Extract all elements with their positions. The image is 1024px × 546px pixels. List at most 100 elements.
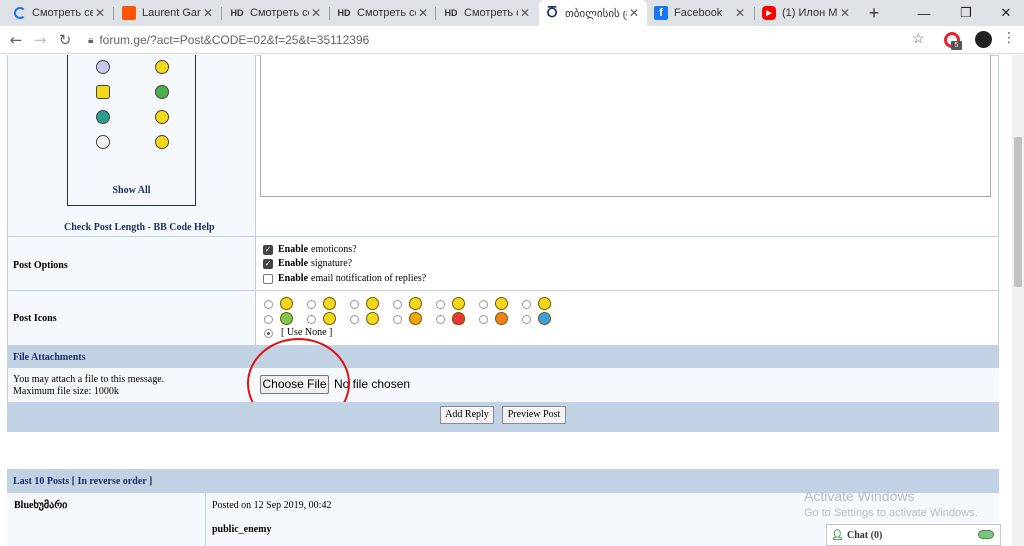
close-window-button[interactable]: ✕ [986, 0, 1024, 26]
tab-6-active[interactable]: Ⴃ თბილისის ც ✕ [539, 0, 647, 26]
smiley-ghost-icon[interactable] [96, 135, 110, 149]
bookmark-star-icon[interactable]: ☆ [912, 31, 925, 48]
hd-icon: HD [444, 8, 458, 18]
tab-8[interactable]: ▶ (1) Илон Mac ✕ [756, 0, 858, 26]
smiley-icon[interactable] [155, 135, 169, 149]
restore-button[interactable]: ❐ [946, 0, 986, 26]
preview-post-button[interactable]: Preview Post [502, 406, 566, 424]
attachment-help-text: You may attach a file to this message. M… [13, 374, 165, 397]
minimize-button[interactable]: — [904, 0, 944, 26]
people-icon: 👤︎ [831, 530, 844, 541]
post-icon-radio[interactable] [436, 300, 445, 309]
tab-5[interactable]: HD Смотреть сер ✕ [438, 0, 538, 26]
post-icon-radio[interactable] [436, 315, 445, 324]
post-icon-radio[interactable] [350, 315, 359, 324]
post-icon-radio[interactable] [307, 300, 316, 309]
wink-icon [323, 297, 336, 310]
forward-button[interactable]: → [30, 30, 50, 50]
post-icon-none-radio[interactable] [264, 329, 273, 338]
new-tab-button[interactable]: + [864, 3, 884, 23]
activate-windows-subtitle: Go to Settings to activate Windows. [804, 507, 978, 519]
check-post-length-link[interactable]: Check Post Length - BB Code Help [64, 222, 215, 233]
arrow-icon [409, 312, 422, 325]
smiley-icon[interactable] [96, 60, 110, 74]
post-icon-radio[interactable] [393, 300, 402, 309]
post-icon-radio[interactable] [264, 315, 273, 324]
close-icon[interactable]: ✕ [201, 6, 215, 20]
tab-1[interactable]: Смотреть сер ✕ [8, 0, 113, 26]
post-icon-radio[interactable] [307, 315, 316, 324]
close-icon[interactable]: ✕ [416, 6, 430, 20]
forum-ge-icon: Ⴃ [546, 5, 558, 20]
close-icon[interactable]: ✕ [518, 6, 532, 20]
youtube-icon: ▶ [762, 6, 776, 20]
heart-icon [452, 312, 465, 325]
chat-toggle[interactable] [978, 530, 994, 539]
tab-7[interactable]: f Facebook ✕ [648, 0, 753, 26]
post-options-label: Post Options [13, 260, 68, 271]
checkbox-checked[interactable]: ✓ [263, 244, 273, 255]
back-button[interactable]: ← [6, 30, 26, 50]
menu-dots-icon[interactable]: ⋮ [1002, 30, 1016, 46]
tab-2[interactable]: Laurent Garnie ✕ [116, 0, 221, 26]
question-icon [538, 312, 551, 325]
add-reply-button[interactable]: Add Reply [440, 406, 494, 424]
quote-author: public_enemy [212, 524, 272, 535]
tab-title: Смотреть сер [32, 7, 93, 19]
url-bar[interactable]: 🔒︎ forum.ge/?act=Post&CODE=02&f=25&t=351… [84, 29, 934, 51]
tongue-icon [409, 297, 422, 310]
post-icon-radio[interactable] [522, 315, 531, 324]
tab-title: Laurent Garnie [142, 7, 201, 19]
option-signature[interactable]: ✓ Enable signature? [263, 258, 352, 269]
post-icon-radio[interactable] [479, 300, 488, 309]
close-icon[interactable]: ✕ [309, 6, 323, 20]
profile-avatar[interactable] [975, 31, 992, 48]
close-icon[interactable]: ✕ [733, 6, 747, 20]
option-email-notification[interactable]: Enable email notification of replies? [263, 273, 426, 284]
soundcloud-icon [122, 6, 136, 20]
smiley-viking-icon[interactable] [96, 85, 110, 99]
use-none-label: [ Use None ] [281, 327, 333, 338]
close-icon[interactable]: ✕ [627, 6, 641, 20]
cool-icon [366, 312, 379, 325]
post-icons-label: Post Icons [13, 313, 57, 324]
tab-title: თბილისის ც [565, 7, 627, 20]
info-icon[interactable]: 🔒︎ [88, 35, 93, 46]
show-all-link[interactable]: Show All [67, 185, 196, 196]
chat-label: Chat (0) [847, 529, 883, 541]
checkbox-unchecked[interactable] [263, 273, 273, 284]
clickable-smilies-box [67, 55, 196, 206]
close-icon[interactable]: ✕ [838, 6, 852, 20]
tab-title: (1) Илон Mac [782, 7, 838, 19]
post-icon-radio[interactable] [264, 300, 273, 309]
vertical-scrollbar[interactable] [1012, 55, 1024, 546]
chat-widget[interactable]: 👤︎ Chat (0) [826, 524, 1001, 546]
post-icon-radio[interactable] [350, 300, 359, 309]
post-icon-radio[interactable] [393, 315, 402, 324]
tab-title: Смотреть сер [357, 7, 416, 19]
post-textarea[interactable] [260, 55, 991, 197]
smiley-icon[interactable] [155, 110, 169, 124]
activate-windows-title: Activate Windows [804, 488, 915, 504]
smiley-icon[interactable] [96, 110, 110, 124]
option-emoticons[interactable]: ✓ Enable emoticons? [263, 244, 357, 255]
close-icon[interactable]: ✕ [93, 6, 107, 20]
extension-badge: 5 [951, 41, 962, 50]
address-toolbar: ← → ↻ 🔒︎ forum.ge/?act=Post&CODE=02&f=25… [0, 26, 1024, 54]
post-icon-radio[interactable] [522, 300, 531, 309]
smiley-icon[interactable] [155, 60, 169, 74]
checkbox-checked[interactable]: ✓ [263, 258, 273, 269]
facebook-icon: f [654, 6, 668, 20]
sick-icon [280, 312, 293, 325]
poster-name[interactable]: Blueხუმარი [14, 500, 67, 511]
loading-icon [14, 7, 26, 19]
reload-button[interactable]: ↻ [55, 30, 75, 50]
tab-4[interactable]: HD Смотреть сер ✕ [331, 0, 436, 26]
confused-icon [323, 312, 336, 325]
tab-title: Смотреть сер [250, 7, 309, 19]
post-icon-radio[interactable] [479, 315, 488, 324]
tab-3[interactable]: HD Смотреть сер ✕ [224, 0, 329, 26]
scrollbar-thumb[interactable] [1014, 137, 1022, 287]
smiley-icon[interactable] [155, 85, 169, 99]
browser-tab-strip: Смотреть сер ✕ Laurent Garnie ✕ HD Смотр… [0, 0, 1024, 26]
